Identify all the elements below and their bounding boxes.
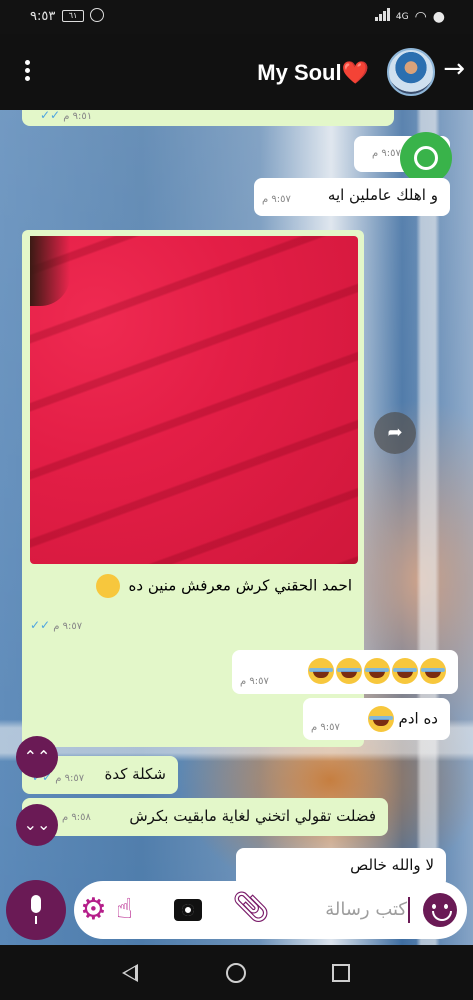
laughing-emoji-icon — [392, 658, 418, 684]
arrow-right-icon[interactable]: → — [443, 56, 465, 82]
image-caption: احمد الحقني كرش معرفش منين ده — [95, 574, 352, 598]
signal-icon — [374, 8, 390, 25]
message-time: ٩:٥٧ م — [53, 621, 83, 632]
network-type: 4G — [395, 11, 409, 22]
double-check-icon: ✓✓ — [40, 110, 66, 122]
nav-recents-icon[interactable] — [332, 964, 350, 982]
alarm-icon — [90, 8, 104, 22]
smiley-icon[interactable] — [423, 893, 457, 927]
laughing-emoji-icon — [364, 658, 390, 684]
message-bubble-in[interactable]: و اهلك عاملين ايه ٩:٥٧ م — [254, 178, 450, 216]
paperclip-icon[interactable]: 📎︎ — [232, 893, 270, 923]
message-time: ٩:٥٧ م — [55, 773, 85, 784]
touch-icon[interactable]: ☝ — [116, 891, 150, 927]
scroll-up-button[interactable]: ⌃⌃ — [16, 736, 58, 778]
message-time: ٩:٥٧ م — [262, 194, 291, 205]
scroll-down-button[interactable]: ⌄⌄ — [16, 804, 58, 846]
message-text: شكلة كدة — [104, 765, 166, 783]
message-text: فضلت تقولي اتخني لغاية مابقيت بكرش — [129, 807, 376, 825]
status-bar: ٩:٥٣ ٦١ 4G ◠ ● — [0, 0, 473, 34]
message-input-container[interactable]: ⚙ ☝ 📎︎ كتب رسالة — [74, 881, 467, 939]
chat-area[interactable]: ✓✓ ٩:٥١ م ٩:٥٧ م و اهلك عاملين ايه ٩:٥٧ … — [0, 110, 473, 945]
forward-icon[interactable]: ➦ — [374, 412, 416, 454]
message-text: لا والله خالص — [350, 856, 434, 874]
double-check-icon: ✓✓ — [30, 618, 56, 632]
laughing-emoji-icon — [367, 706, 394, 732]
battery-icon: ٦١ — [62, 10, 84, 22]
account-icon: ● — [432, 8, 445, 25]
message-composer: ⚙ ☝ 📎︎ كتب رسالة — [0, 880, 473, 945]
contact-name[interactable]: My Soul❤️ — [257, 60, 369, 86]
avatar[interactable] — [387, 48, 435, 96]
message-time: ٩:٥٧ م — [372, 148, 401, 159]
camera-icon[interactable] — [174, 899, 202, 921]
status-right-icons: 4G ◠ ● — [374, 8, 445, 25]
status-time: ٩:٥٣ — [30, 9, 56, 24]
message-bubble-out[interactable]: ✓✓ ٩:٥١ م — [22, 110, 394, 126]
nav-home-icon[interactable] — [226, 963, 246, 983]
wifi-icon: ◠ — [414, 8, 427, 25]
photo[interactable] — [30, 236, 358, 564]
text-caret — [408, 897, 410, 923]
gear-icon[interactable]: ⚙ — [80, 895, 110, 925]
laughing-emoji-icon — [420, 658, 446, 684]
message-time: ٩:٥١ م — [63, 111, 93, 122]
chat-header: My Soul❤️ → — [0, 34, 473, 110]
message-bubble-in[interactable]: ده ادم ٩:٥٧ م — [303, 698, 450, 740]
message-input[interactable]: كتب رسالة — [325, 899, 407, 920]
message-bubble-out[interactable]: فضلت تقولي اتخني لغاية مابقيت بكرش ٩:٥٨ … — [22, 798, 388, 836]
caption-text: احمد الحقني كرش معرفش منين ده — [128, 576, 352, 595]
message-text: ده ادم — [366, 706, 438, 732]
vertical-dots-icon[interactable] — [22, 60, 34, 86]
message-time: ٩:٥٨ م — [62, 812, 91, 823]
message-text — [306, 658, 446, 684]
message-time: ٩:٥٧ م — [240, 676, 269, 687]
message-bubble-in[interactable]: ٩:٥٧ م — [232, 650, 458, 694]
nav-back-icon[interactable] — [122, 964, 138, 982]
bubble-overlay-icon[interactable] — [400, 132, 452, 184]
system-nav-bar — [0, 945, 473, 1000]
message-time: ٩:٥٧ م — [311, 722, 340, 733]
crying-emoji-icon — [95, 574, 120, 598]
laughing-emoji-icon — [308, 658, 334, 684]
mic-icon[interactable] — [6, 880, 66, 940]
laughing-emoji-icon — [336, 658, 362, 684]
message-text: و اهلك عاملين ايه — [327, 186, 438, 204]
